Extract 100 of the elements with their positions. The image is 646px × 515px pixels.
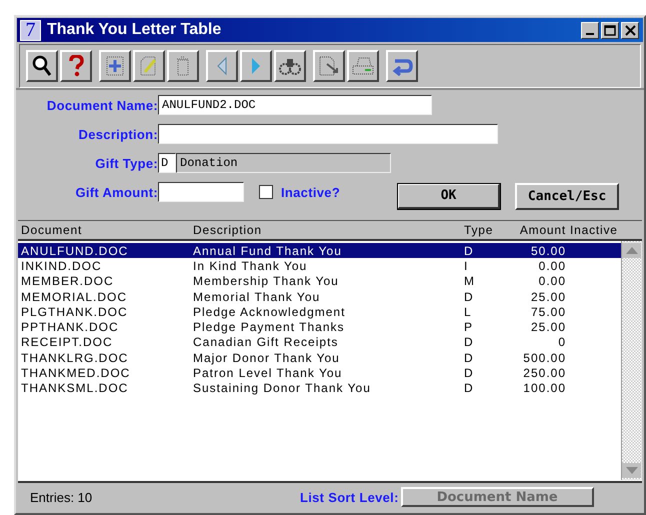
table-cell-text: D <box>464 381 475 396</box>
previous-button[interactable] <box>206 50 238 82</box>
column-header[interactable]: Description <box>193 223 464 237</box>
gift-type-name: Donation <box>176 153 391 173</box>
table-cell-text: In Kind Thank You <box>193 258 308 273</box>
column-header[interactable]: Inactive <box>566 223 618 237</box>
table-cell-text: D <box>464 366 475 380</box>
table-cell-text: Pledge Payment Thanks <box>193 320 346 334</box>
table-cell-text: 25.00 <box>530 320 566 334</box>
find-button[interactable] <box>274 50 306 82</box>
export-button[interactable] <box>313 50 345 82</box>
field-label: Gift Type: <box>95 156 158 170</box>
table-cell-text: RECEIPT.DOC <box>20 335 114 350</box>
table-row[interactable]: PLGTHANK.DOC Pledge Acknowledgment L 75.00 <box>18 304 622 320</box>
table-cell-text: M <box>464 274 476 288</box>
table-cell-text: ANULFUND.DOC <box>20 244 130 258</box>
field-label: Description: <box>78 126 158 142</box>
gift-amount-field[interactable] <box>158 182 244 202</box>
table-cell-text: PPTHANK.DOC <box>20 320 120 334</box>
minimize-button[interactable] <box>581 22 599 38</box>
right-arrow-icon <box>250 56 262 76</box>
table-row[interactable]: MEMBER.DOC Membership Thank You M 0.00 <box>18 274 622 289</box>
table-cell-text: THANKSML.DOC <box>20 381 130 396</box>
ok-button[interactable]: OK <box>397 182 502 210</box>
print-button[interactable] <box>347 50 379 82</box>
table-cell-text: D <box>464 350 475 365</box>
close-icon <box>624 24 636 36</box>
left-arrow-icon <box>216 56 228 76</box>
help-button[interactable] <box>60 50 92 82</box>
table-cell-text: Canadian Gift Receipts <box>193 335 340 350</box>
table-cell-text: THANKLRG.DOC <box>20 350 130 365</box>
table-cell-text: MEMBER.DOC <box>20 274 115 288</box>
table-cell-text: 250.00 <box>522 366 566 380</box>
window-title: Thank You Letter Table <box>47 21 222 39</box>
scroll-bar[interactable] <box>621 241 642 480</box>
gift-type-code-field[interactable]: D <box>158 153 176 173</box>
scroll-down-icon <box>622 463 641 478</box>
table-cell-text: Patron Level Thank You <box>193 366 344 380</box>
sort-level-label: List Sort Level: <box>300 490 399 504</box>
table-row[interactable]: PPTHANK.DOC Pledge Payment Thanks P 25.00 <box>18 319 622 335</box>
column-header[interactable]: Type <box>464 223 500 237</box>
maximize-button[interactable] <box>601 22 619 38</box>
next-button[interactable] <box>240 50 272 82</box>
description-field[interactable] <box>158 124 498 144</box>
table-row[interactable]: THANKLRG.DOC Major Donor Thank You D 500.00 <box>18 350 622 366</box>
table-cell-text: Membership Thank You <box>193 274 340 288</box>
table-cell-text: 0.00 <box>538 258 566 273</box>
column-header[interactable]: Document <box>18 223 193 237</box>
field-label: Document Name: <box>46 98 158 112</box>
column-header[interactable]: Amount <box>500 223 566 237</box>
document-name-field[interactable]: ANULFUND2.DOC <box>158 95 432 115</box>
cancel-button[interactable]: Cancel/Esc <box>515 182 620 210</box>
table-cell-text: D <box>464 335 475 350</box>
return-button[interactable] <box>386 50 418 82</box>
table-cell-text: 25.00 <box>530 290 566 304</box>
add-button[interactable] <box>99 50 131 82</box>
table-row[interactable]: ANULFUND.DOC Annual Fund Thank You D 50.00 <box>18 243 622 258</box>
delete-button[interactable] <box>167 50 199 82</box>
table-cell-text: 75.00 <box>530 304 566 319</box>
table-cell-text: 0 <box>557 335 566 350</box>
scroll-up-icon <box>622 243 641 258</box>
table-cell-text: Major Donor Thank You <box>193 350 341 365</box>
table-row[interactable]: MEMORIAL.DOC Memorial Thank You D 25.00 <box>18 288 622 304</box>
table-cell-text: D <box>464 290 475 304</box>
trash-icon <box>175 55 191 77</box>
search-icon <box>32 55 52 77</box>
add-record-icon <box>105 55 125 77</box>
table-row[interactable]: THANKSML.DOC Sustaining Donor Thank You D 100.00 <box>18 380 622 396</box>
edit-record-icon <box>139 55 159 77</box>
table-row[interactable]: INKIND.DOC In Kind Thank You I 0.00 <box>18 258 622 274</box>
table-cell-text: THANKMED.DOC <box>20 366 132 380</box>
table-row[interactable]: THANKMED.DOC Patron Level Thank You D 250.00 <box>18 365 622 381</box>
minimize-icon <box>586 33 594 35</box>
table-cell-text: 0.00 <box>538 274 566 288</box>
table-cell-text: P <box>464 320 474 334</box>
entries-count: Entries: 10 <box>30 490 94 504</box>
close-button[interactable] <box>621 22 639 38</box>
maximize-icon <box>604 24 616 36</box>
table-row[interactable]: RECEIPT.DOC Canadian Gift Receipts D 0 <box>18 334 622 350</box>
document-arrow-icon <box>318 55 340 77</box>
search-button[interactable] <box>26 50 58 82</box>
table-cell-text: PLGTHANK.DOC <box>20 304 129 319</box>
checkbox-label: Inactive? <box>281 184 340 200</box>
table-cell-text: 50.00 <box>530 244 566 258</box>
edit-button[interactable] <box>133 50 165 82</box>
help-icon <box>68 55 84 77</box>
table-cell-text: Memorial Thank You <box>193 290 322 304</box>
table-cell-text: 500.00 <box>522 350 566 365</box>
table-cell-text: Sustaining Donor Thank You <box>193 381 372 396</box>
table-cell-text: D <box>464 244 475 258</box>
table-cell-text: I <box>464 258 470 273</box>
table-cell-text: Annual Fund Thank You <box>193 244 343 258</box>
table-cell-text: Pledge Acknowledgment <box>193 304 346 319</box>
printer-icon <box>351 56 375 76</box>
app-icon: 7 <box>20 20 41 40</box>
table-cell-text: 100.00 <box>522 381 566 396</box>
table-cell-text: L <box>464 304 473 319</box>
table-cell-text: MEMORIAL.DOC <box>20 290 128 304</box>
field-label: Gift Amount: <box>75 184 158 200</box>
binoculars-icon <box>279 57 301 75</box>
